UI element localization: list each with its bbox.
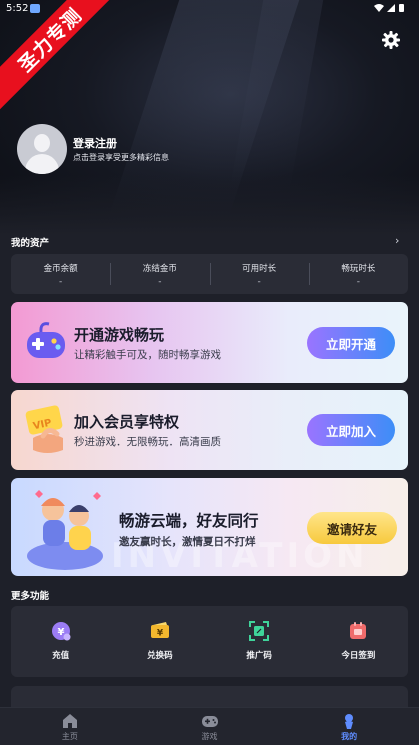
asset-value: - xyxy=(257,277,261,287)
asset-coin-balance[interactable]: 金币余额 - xyxy=(11,254,110,294)
banner-title: 开通游戏畅玩 xyxy=(74,326,165,344)
asset-label: 金币余额 xyxy=(43,264,78,274)
gamepad-icon xyxy=(201,716,218,727)
more-item-label: 充值 xyxy=(52,651,70,661)
home-icon xyxy=(62,714,77,728)
notification-icon xyxy=(30,4,40,13)
asset-label: 可用时长 xyxy=(242,264,277,274)
asset-label: 冻结金币 xyxy=(142,264,177,274)
promo-code-button[interactable]: 推广码 xyxy=(210,606,309,677)
tab-label: 我的 xyxy=(341,732,358,741)
more-item-label: 推广码 xyxy=(246,651,272,661)
tab-games[interactable]: 游戏 xyxy=(140,708,280,745)
svg-text:¥: ¥ xyxy=(157,629,164,639)
tab-mine[interactable]: 我的 xyxy=(279,708,419,745)
join-now-button[interactable]: 立即加入 xyxy=(307,414,395,446)
login-subtitle[interactable]: 点击登录享受更多精彩信息 xyxy=(73,152,169,163)
recharge-button[interactable]: ¥ 充值 xyxy=(11,606,110,677)
asset-label: 畅玩时长 xyxy=(341,264,376,274)
tab-home[interactable]: 主页 xyxy=(0,708,140,745)
login-register-title[interactable]: 登录注册 xyxy=(73,135,117,151)
gamepad-illustration-icon xyxy=(27,322,65,358)
chevron-right-icon[interactable]: › xyxy=(395,234,399,247)
asset-value: - xyxy=(158,277,162,287)
banner-title: 畅游云端，好友同行 xyxy=(119,512,259,530)
friends-illustration-icon xyxy=(27,490,103,570)
banner-membership[interactable]: VIP 加入会员享特权 秒进游戏．无限畅玩．高清画质 立即加入 xyxy=(11,390,408,470)
ticket-icon: ¥ xyxy=(150,622,169,639)
profile-icon xyxy=(345,714,354,729)
avatar[interactable] xyxy=(17,124,67,174)
vip-card-illustration-icon: VIP xyxy=(25,405,63,453)
tab-label: 游戏 xyxy=(201,732,218,741)
qr-scan-icon xyxy=(249,621,270,641)
calendar-icon xyxy=(350,622,367,639)
asset-frozen-coins[interactable]: 冻结金币 - xyxy=(110,254,209,294)
svg-text:¥: ¥ xyxy=(57,627,64,638)
bottom-tab-bar: 主页 游戏 我的 xyxy=(0,707,419,745)
more-features-title: 更多功能 xyxy=(11,591,50,602)
activate-now-button[interactable]: 立即开通 xyxy=(307,327,395,359)
banner-title: 加入会员享特权 xyxy=(74,413,180,431)
banner-game-play[interactable]: 开通游戏畅玩 让精彩触手可及，随时畅享游戏 立即开通 xyxy=(11,302,408,383)
settings-gear-icon[interactable] xyxy=(381,30,401,50)
invite-friends-button[interactable]: 邀请好友 xyxy=(307,512,397,544)
status-icons xyxy=(373,3,407,16)
tab-label: 主页 xyxy=(61,732,78,741)
asset-available-time[interactable]: 可用时长 - xyxy=(209,254,309,294)
asset-play-time[interactable]: 畅玩时长 - xyxy=(308,254,408,294)
banner-subtitle: 秒进游戏．无限畅玩．高清画质 xyxy=(74,436,221,448)
redeem-code-button[interactable]: ¥ 兑换码 xyxy=(110,606,209,677)
assets-panel: 金币余额 - 冻结金币 - 可用时长 - 畅玩时长 - xyxy=(11,254,408,294)
banner-subtitle: 邀友赢时长，激情夏日不打烊 xyxy=(119,536,256,548)
coin-icon: ¥ xyxy=(51,622,71,641)
more-features-panel: ¥ 充值 ¥ 兑换码 推广码 今日签到 xyxy=(11,606,408,677)
asset-value: - xyxy=(59,277,63,287)
more-item-label: 今日签到 xyxy=(341,651,376,661)
more-item-label: 兑换码 xyxy=(147,651,173,661)
assets-section-title: 我的资产 xyxy=(11,238,50,249)
banner-subtitle: 让精彩触手可及，随时畅享游戏 xyxy=(74,349,221,361)
daily-checkin-button[interactable]: 今日签到 xyxy=(309,606,408,677)
asset-value: - xyxy=(356,277,360,287)
status-time: 5:52 xyxy=(6,3,29,14)
banner-invite-friends[interactable]: INVITATION 畅游云端，好友同行 邀友赢时长，激情夏日不打烊 邀请好友 xyxy=(11,478,408,576)
